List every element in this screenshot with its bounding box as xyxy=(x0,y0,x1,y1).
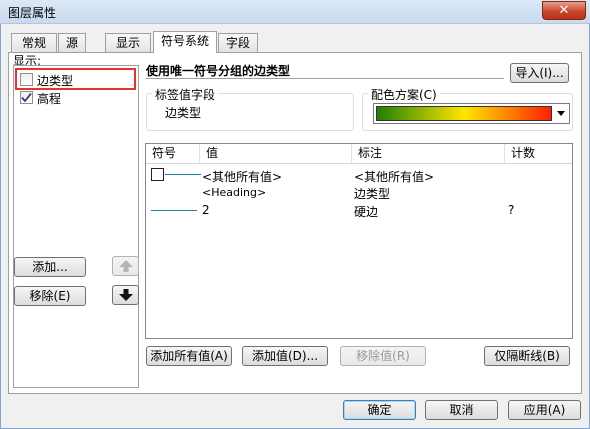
import-button[interactable]: 导入(I)... xyxy=(510,63,569,83)
tab-symbology[interactable]: 符号系统 xyxy=(153,31,217,53)
title-bar[interactable] xyxy=(0,0,590,24)
table-row-value[interactable]: 2 xyxy=(202,203,210,217)
value-field-value[interactable]: 边类型 xyxy=(165,104,201,121)
column-header-symbol[interactable]: 符号 xyxy=(146,144,200,163)
color-ramp-preview xyxy=(376,106,552,121)
arrow-up-icon xyxy=(119,260,133,272)
color-scheme-dropdown[interactable] xyxy=(373,103,570,124)
tab-source[interactable]: 源 xyxy=(58,33,86,52)
table-row-label[interactable]: 边类型 xyxy=(354,185,390,202)
list-item-elevation[interactable]: 高程 xyxy=(37,90,61,107)
breaklines-only-button[interactable]: 仅隔断线(B) xyxy=(484,346,570,366)
heading-divider xyxy=(146,78,504,79)
arrow-down-icon xyxy=(119,289,133,301)
symbol-line-swatch xyxy=(165,174,201,175)
table-row-label[interactable]: 硬边 xyxy=(354,203,378,220)
table-row-value[interactable]: <Heading> xyxy=(202,186,266,199)
add-all-values-button[interactable]: 添加所有值(A) xyxy=(146,346,232,366)
list-item-edge-type[interactable]: 边类型 xyxy=(37,72,73,89)
column-header-label[interactable]: 标注 xyxy=(352,144,505,163)
symbol-fill-swatch[interactable] xyxy=(151,168,164,181)
values-grid[interactable]: 符号 值 标注 计数 <其他所有值> <其他所有值> <Heading> 边类型… xyxy=(145,143,573,339)
remove-value-button[interactable]: 移除值(R) xyxy=(340,346,426,366)
column-header-value[interactable]: 值 xyxy=(200,144,352,163)
value-field-label: 标签值字段 xyxy=(152,86,219,103)
table-row-count: ? xyxy=(508,203,515,217)
header-divider xyxy=(146,163,572,164)
symbology-heading: 使用唯一符号分组的边类型 xyxy=(146,64,291,78)
remove-renderer-button[interactable]: 移除(E) xyxy=(14,286,86,306)
ok-button[interactable]: 确定 xyxy=(343,400,416,420)
table-row-label[interactable]: <其他所有值> xyxy=(354,168,434,185)
show-list[interactable] xyxy=(13,65,139,388)
close-icon: ✕ xyxy=(558,3,570,18)
close-button[interactable]: ✕ xyxy=(542,1,586,20)
check-icon xyxy=(21,92,32,103)
window-title: 图层属性 xyxy=(8,6,57,20)
tab-display[interactable]: 显示 xyxy=(105,33,151,52)
add-values-button[interactable]: 添加值(D)... xyxy=(242,346,328,366)
list-item-highlight xyxy=(15,68,136,90)
edge-type-checkbox[interactable] xyxy=(20,73,33,86)
move-down-button[interactable] xyxy=(112,285,139,305)
chevron-down-icon xyxy=(557,111,565,116)
table-row-value[interactable]: <其他所有值> xyxy=(202,168,282,185)
cancel-button[interactable]: 取消 xyxy=(425,400,498,420)
tab-fields[interactable]: 字段 xyxy=(218,33,258,52)
apply-button[interactable]: 应用(A) xyxy=(508,400,581,420)
column-header-count[interactable]: 计数 xyxy=(505,144,572,163)
move-up-button[interactable] xyxy=(112,256,139,276)
add-renderer-button[interactable]: 添加... xyxy=(14,257,86,277)
tab-general[interactable]: 常规 xyxy=(11,33,57,52)
elevation-checkbox[interactable] xyxy=(20,91,33,104)
symbol-line-swatch[interactable] xyxy=(151,210,197,211)
color-scheme-label: 配色方案(C) xyxy=(368,86,440,103)
